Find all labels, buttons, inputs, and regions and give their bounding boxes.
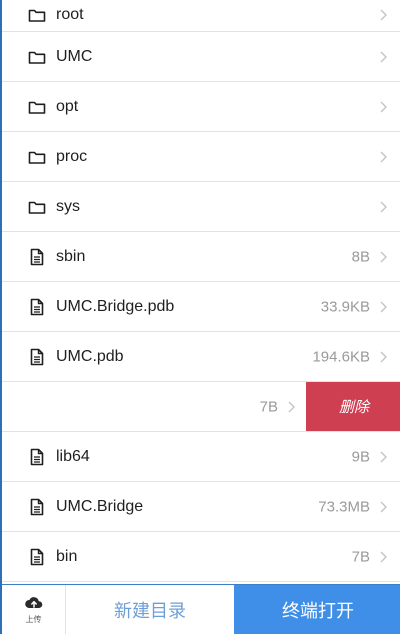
file-name: sys (56, 197, 80, 215)
cloud-upload-icon (24, 597, 42, 608)
file-name: UMC.Bridge.pdb (56, 297, 175, 315)
file-row-UMC.Bridge[interactable]: UMC.Bridge 73.3MB (2, 482, 400, 532)
file-icon (30, 248, 44, 265)
file-row-UMC.Bridge.pdb[interactable]: UMC.Bridge.pdb 33.9KB (2, 282, 400, 332)
file-name: root (56, 6, 84, 23)
file-size: 9B (351, 448, 370, 465)
chevron-right-icon (380, 51, 387, 62)
file-size: 73.3MB (318, 498, 370, 515)
file-row-swiped[interactable]: 7B 删除 (2, 382, 400, 432)
file-row-UMC.pdb[interactable]: UMC.pdb 194.6KB (2, 332, 400, 382)
upload-button[interactable]: 上传 (2, 585, 66, 634)
file-row-lib64[interactable]: lib64 9B (2, 432, 400, 482)
file-row-bin[interactable]: bin 7B (2, 532, 400, 582)
file-row-UMC[interactable]: UMC (2, 32, 400, 82)
chevron-right-icon (380, 451, 387, 462)
file-row-root[interactable]: root (2, 0, 400, 32)
file-size: 33.9KB (320, 298, 370, 315)
file-icon (30, 298, 44, 315)
file-name: lib64 (56, 447, 90, 465)
chevron-right-icon (380, 251, 387, 262)
chevron-right-icon (380, 101, 387, 112)
file-icon (30, 348, 44, 365)
file-name: UMC.Bridge (56, 497, 144, 515)
file-size: 8B (351, 248, 370, 265)
chevron-right-icon (380, 151, 387, 162)
file-icon (30, 498, 44, 515)
file-row-sys[interactable]: sys (2, 182, 400, 232)
file-size: 194.6KB (312, 348, 370, 365)
file-name: UMC.pdb (56, 347, 124, 365)
folder-icon (28, 51, 46, 64)
file-name: proc (56, 147, 88, 165)
file-icon (30, 548, 44, 565)
folder-icon (28, 101, 46, 114)
file-row-proc[interactable]: proc (2, 132, 400, 182)
file-list: root UMC opt proc sys sbin 8B UMC.Bridge… (2, 0, 400, 582)
file-name: bin (56, 547, 78, 565)
file-name: sbin (56, 247, 86, 265)
delete-button[interactable]: 删除 (306, 382, 400, 431)
app-frame: root UMC opt proc sys sbin 8B UMC.Bridge… (0, 0, 400, 634)
file-name: opt (56, 97, 79, 115)
chevron-right-icon (380, 9, 387, 21)
open-in-terminal-button[interactable]: 终端打开 (234, 585, 400, 634)
chevron-right-icon (380, 351, 387, 362)
chevron-right-icon (380, 501, 387, 512)
file-size: 7B (259, 398, 278, 415)
folder-icon (28, 151, 46, 164)
file-size: 7B (351, 548, 370, 565)
upload-label: 上传 (25, 615, 42, 624)
file-row-opt[interactable]: opt (2, 82, 400, 132)
folder-icon (28, 201, 46, 214)
bottom-toolbar: 上传 新建目录 终端打开 (2, 584, 400, 634)
folder-icon (28, 9, 46, 22)
new-directory-button[interactable]: 新建目录 (66, 585, 234, 634)
file-name: UMC (56, 47, 93, 65)
file-row-sbin[interactable]: sbin 8B (2, 232, 400, 282)
file-icon (30, 448, 44, 465)
chevron-right-icon (380, 551, 387, 562)
chevron-right-icon (380, 301, 387, 312)
chevron-right-icon (380, 201, 387, 212)
chevron-right-icon (288, 401, 295, 412)
